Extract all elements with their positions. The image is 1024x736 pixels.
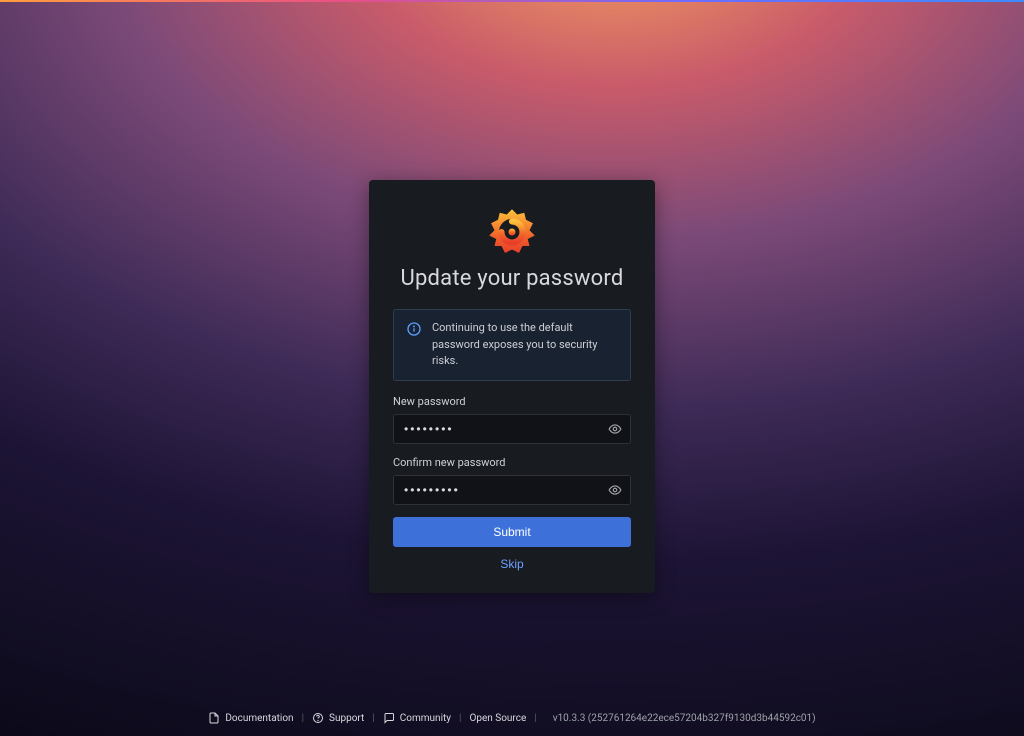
separator: | (372, 713, 374, 724)
footer: Documentation | Support | Community | Op… (0, 712, 1024, 724)
submit-button[interactable]: Submit (393, 517, 631, 547)
grafana-logo-icon (484, 204, 540, 260)
separator: | (534, 713, 536, 724)
info-icon (406, 321, 422, 337)
skip-button[interactable]: Skip (393, 557, 631, 571)
support-icon (312, 712, 324, 724)
toggle-visibility-button[interactable] (605, 480, 625, 500)
alert-text: Continuing to use the default password e… (432, 320, 618, 370)
community-icon (383, 712, 395, 724)
page-title: Update your password (393, 266, 631, 291)
new-password-field: New password (393, 395, 631, 444)
eye-icon (608, 483, 622, 497)
footer-support-link[interactable]: Support (312, 712, 364, 724)
top-gradient-bar (0, 0, 1024, 2)
separator: | (459, 713, 461, 724)
toggle-visibility-button[interactable] (605, 419, 625, 439)
confirm-password-field: Confirm new password (393, 456, 631, 505)
version-text: v10.3.3 (252761264e22ece57204b327f9130d3… (553, 713, 816, 724)
confirm-password-label: Confirm new password (393, 456, 631, 469)
new-password-input[interactable] (393, 414, 631, 444)
footer-open-source-link[interactable]: Open Source (469, 713, 526, 724)
document-icon (208, 712, 220, 724)
separator: | (302, 713, 304, 724)
footer-documentation-link[interactable]: Documentation (208, 712, 293, 724)
new-password-label: New password (393, 395, 631, 408)
eye-icon (608, 422, 622, 436)
confirm-password-input[interactable] (393, 475, 631, 505)
update-password-card: Update your password Continuing to use t… (369, 180, 655, 593)
footer-community-link[interactable]: Community (383, 712, 451, 724)
security-warning-alert: Continuing to use the default password e… (393, 309, 631, 381)
